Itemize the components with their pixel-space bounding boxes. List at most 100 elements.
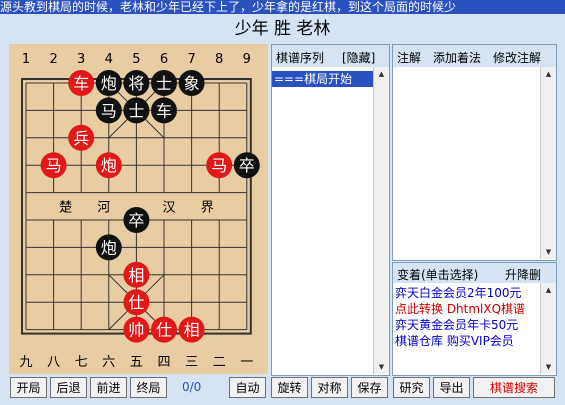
scroll-down-icon[interactable]: ▼ [541,360,556,374]
edit-comment-link[interactable]: 修改注解 [493,49,541,66]
file-number-top: 2 [49,52,57,67]
ad-link[interactable]: 棋谱仓库 购买VIP会员 [393,333,540,349]
export-button[interactable]: 导出 [433,377,470,398]
piece-label: 兵 [73,129,89,148]
piece-label: 相 [184,321,200,340]
red-piece[interactable]: 车 [68,70,95,96]
black-piece[interactable]: 士 [123,97,150,124]
file-number-bottom: 七 [75,355,88,370]
file-number-bottom: 五 [130,355,143,370]
piece-label: 士 [156,74,172,93]
black-piece[interactable]: 炮 [95,234,122,261]
black-piece[interactable]: 车 [151,97,177,124]
red-piece[interactable]: 仕 [123,289,150,316]
piece-label: 炮 [101,238,117,257]
move-list-item[interactable]: ===棋局开始 [272,71,373,87]
black-piece[interactable]: 卒 [233,152,260,179]
piece-label: 卒 [239,156,255,175]
piece-label: 仕 [156,321,172,340]
move-list-header: 棋谱序列 [隐藏] [272,45,389,67]
piece-label: 士 [128,101,144,120]
variation-order-delete-link[interactable]: 升降删 [505,266,541,283]
piece-label: 帅 [128,321,144,340]
black-piece[interactable]: 卒 [123,207,150,233]
ad-link[interactable]: 点此转换 DhtmlXQ棋谱 [393,301,540,317]
file-number-top: 8 [215,52,223,67]
comment-header: 注解 添加着法 修改注解 [393,45,556,67]
comment-tab[interactable]: 注解 [397,49,421,66]
file-number-bottom: 一 [240,355,253,370]
end-button[interactable]: 终局 [130,377,167,398]
rotate-button[interactable]: 旋转 [271,377,308,398]
search-records-button[interactable]: 棋谱搜索 [473,377,555,398]
black-piece[interactable]: 士 [151,70,177,96]
file-number-top: 7 [187,52,195,67]
river-char: 楚 [59,200,72,215]
file-number-bottom: 四 [157,355,170,370]
file-number-bottom: 二 [213,355,226,370]
piece-label: 车 [156,101,172,120]
scroll-up-icon[interactable]: ▲ [541,283,556,297]
file-number-bottom: 六 [102,355,115,370]
variations-header: 变着(单击选择) 升降删 [393,263,556,283]
scroll-down-icon[interactable]: ▼ [374,360,389,374]
black-piece[interactable]: 将 [123,70,150,96]
game-title: 少年 胜 老林 [234,19,331,39]
file-number-top: 5 [132,52,140,67]
ad-link[interactable]: 弈天黄金会员年卡50元 [393,317,540,333]
red-piece[interactable]: 马 [206,152,233,179]
scroll-down-icon[interactable]: ▼ [541,245,556,259]
forward-button[interactable]: 前进 [90,377,127,398]
variations-list[interactable]: 弈天白金会员2年100元 点此转换 DhtmlXQ棋谱 弈天黄金会员年卡50元 … [393,285,540,375]
study-button[interactable]: 研究 [393,377,430,398]
variations-panel: 变着(单击选择) 升降删 弈天白金会员2年100元 点此转换 DhtmlXQ棋谱… [392,262,557,376]
piece-label: 将 [128,74,144,93]
file-number-top: 9 [243,52,251,67]
black-piece[interactable]: 象 [178,70,205,96]
river-char: 河 [97,200,110,215]
save-button[interactable]: 保存 [351,377,388,398]
scroll-up-icon[interactable]: ▲ [374,67,389,81]
ad-link[interactable]: 弈天白金会员2年100元 [393,285,540,301]
piece-label: 卒 [128,211,144,230]
add-move-link[interactable]: 添加着法 [433,49,481,66]
river-char: 界 [201,200,214,215]
red-piece[interactable]: 仕 [151,316,177,343]
move-list-body[interactable]: ===棋局开始 [272,67,373,375]
move-list-item-label: ===棋局开始 [274,72,353,86]
move-list-panel: 棋谱序列 [隐藏] ===棋局开始 ▲ ▼ [271,44,390,376]
red-piece[interactable]: 炮 [95,152,122,179]
comment-textarea[interactable] [393,67,540,260]
file-number-bottom: 三 [185,355,198,370]
red-piece[interactable]: 兵 [68,124,95,151]
red-piece[interactable]: 马 [40,152,67,179]
comment-scrollbar[interactable]: ▲ ▼ [540,67,556,259]
red-piece[interactable]: 相 [178,316,205,343]
move-list-scrollbar[interactable]: ▲ ▼ [373,67,389,374]
game-title-bar: 少年 胜 老林 [0,14,565,44]
piece-label: 马 [46,156,62,175]
bottom-file-numbers: 九八七六五四三二一 [19,355,253,370]
piece-label: 炮 [101,156,117,175]
piece-label: 炮 [101,74,117,93]
piece-label: 车 [73,74,89,93]
xiangqi-board[interactable]: 123456789 九八七六五四三二一 楚河汉界 车炮将士象马士车兵马炮马卒卒炮… [9,44,268,374]
mirror-button[interactable]: 对称 [311,377,348,398]
comment-panel: 注解 添加着法 修改注解 ▲ ▼ [392,44,557,261]
marquee-banner: 源头教到棋局的时候，老林和少年已经下上了，少年拿的是红棋，到这个局面的时候少 [0,0,565,14]
start-button[interactable]: 开局 [10,377,47,398]
piece-label: 仕 [128,293,144,312]
black-piece[interactable]: 炮 [95,70,122,96]
file-number-top: 3 [77,52,85,67]
variations-scrollbar[interactable]: ▲ ▼ [540,283,556,374]
hide-toggle-link[interactable]: [隐藏] [342,49,375,66]
file-number-bottom: 九 [19,355,32,370]
back-button[interactable]: 后退 [50,377,87,398]
auto-play-button[interactable]: 自动 [229,377,266,398]
file-number-bottom: 八 [47,355,60,370]
scroll-up-icon[interactable]: ▲ [541,67,556,81]
top-file-numbers: 1 2 3 4 5 6 7 8 9 [22,52,251,67]
red-piece[interactable]: 帅 [123,316,150,343]
black-piece[interactable]: 马 [95,97,122,124]
red-piece[interactable]: 相 [123,261,150,288]
